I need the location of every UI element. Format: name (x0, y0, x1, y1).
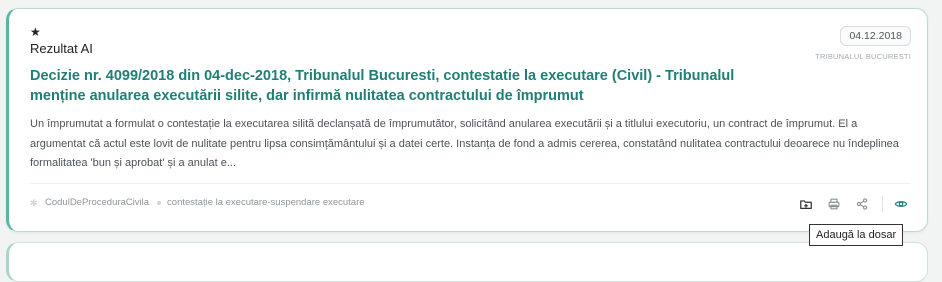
folder-plus-icon (800, 200, 812, 209)
action-divider (882, 196, 883, 212)
next-result-card[interactable] (6, 242, 928, 282)
add-to-folder-button[interactable] (796, 194, 816, 214)
printer-icon (828, 198, 840, 210)
tag-list: ✻ CodulDeProceduraCivila contestație la … (30, 197, 373, 208)
divider (30, 183, 911, 184)
ai-result-label: Rezultat AI (30, 41, 93, 56)
tag-label: contestație la executare-suspendare exec… (167, 197, 365, 208)
court-name: TRIBUNALUL BUCURESTI (815, 52, 911, 61)
card-actions (788, 194, 911, 214)
gear-icon: ✻ (30, 197, 38, 208)
view-button[interactable] (891, 194, 911, 214)
tag-label: CodulDeProceduraCivila (45, 197, 150, 208)
bullet-icon (157, 200, 162, 205)
date-badge: 04.12.2018 (840, 26, 911, 46)
result-card[interactable]: ★ Rezultat AI 04.12.2018 TRIBUNALUL BUCU… (6, 8, 928, 232)
print-button[interactable] (824, 194, 844, 214)
add-to-folder-tooltip: Adaugă la dosar (809, 224, 904, 246)
tag-item[interactable]: contestație la executare-suspendare exec… (157, 197, 365, 208)
eye-icon (894, 201, 908, 207)
star-icon: ★ (30, 25, 41, 39)
share-icon (856, 198, 868, 210)
share-button[interactable] (852, 194, 872, 214)
decision-title-link[interactable]: Decizie nr. 4099/2018 din 04-dec-2018, T… (30, 66, 790, 106)
tag-item[interactable]: ✻ CodulDeProceduraCivila (30, 197, 149, 208)
decision-summary: Un împrumutat a formulat o contestație l… (30, 118, 899, 169)
